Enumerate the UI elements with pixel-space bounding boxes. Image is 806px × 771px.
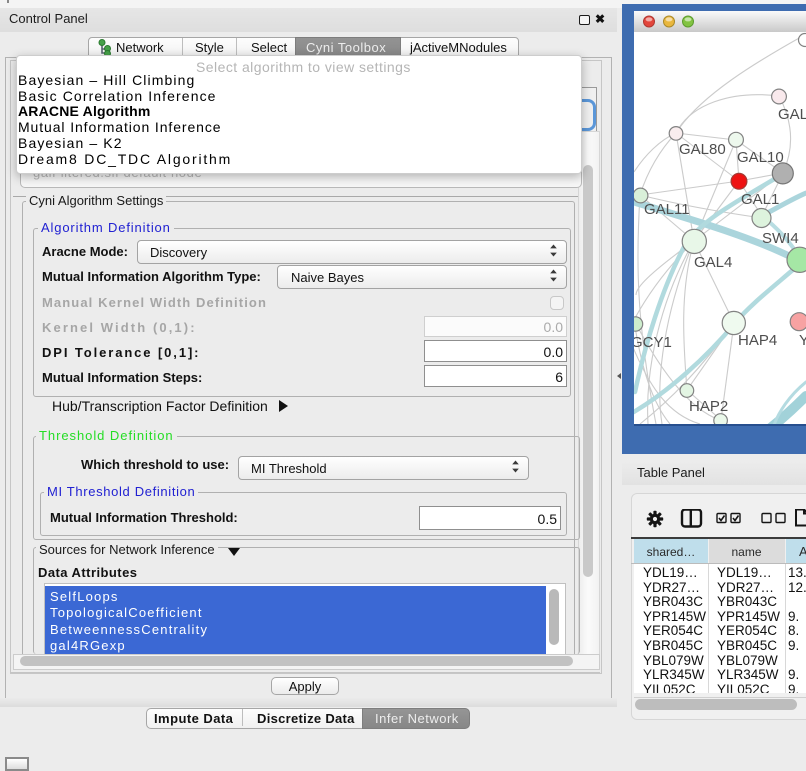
svg-text:Y: Y [799,332,806,349]
svg-text:GAL1: GAL1 [741,191,779,208]
svg-text:HAP4: HAP4 [738,332,777,349]
svg-text:GAL7: GAL7 [778,106,806,123]
svg-text:GAL11: GAL11 [644,201,690,218]
svg-text:GAL4: GAL4 [694,254,732,271]
svg-text:GAL80: GAL80 [679,141,726,158]
svg-text:SWI4: SWI4 [762,230,799,247]
svg-text:GAL10: GAL10 [737,149,784,166]
svg-text:HAP2: HAP2 [689,398,728,415]
svg-text:GCY1: GCY1 [634,334,672,351]
